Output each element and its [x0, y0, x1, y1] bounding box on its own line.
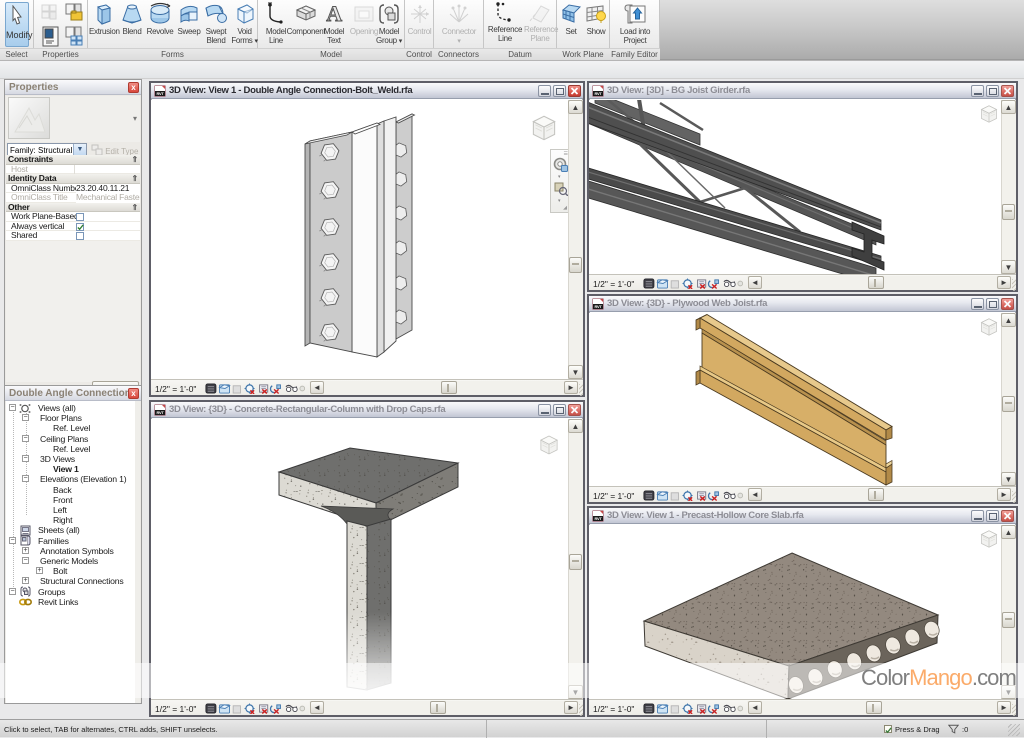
svg-text:A: A: [326, 2, 342, 26]
svg-text:RVT: RVT: [594, 304, 602, 309]
svg-text:RVT: RVT: [594, 516, 602, 521]
svg-text:RVT: RVT: [594, 91, 602, 96]
svg-text:RVT: RVT: [156, 91, 164, 96]
svg-text:RVT: RVT: [156, 410, 164, 415]
